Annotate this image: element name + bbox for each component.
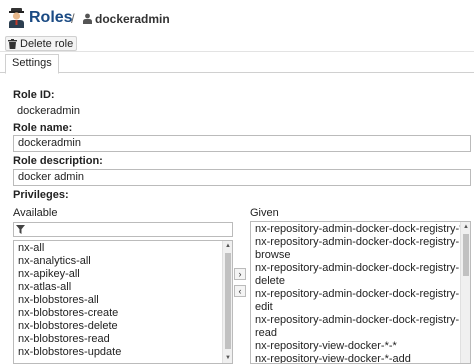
given-scrollbar[interactable]: ▲	[460, 222, 470, 363]
breadcrumb-current: dockeradmin	[95, 12, 170, 26]
user-icon	[83, 13, 92, 24]
list-item[interactable]: edit	[251, 301, 470, 314]
role-name-field[interactable]: dockeradmin	[13, 135, 471, 152]
tab-settings[interactable]: Settings	[5, 54, 59, 74]
role-description-label: Role description:	[13, 155, 103, 167]
given-privileges-list[interactable]: nx-repository-admin-docker-dock-registry…	[250, 221, 471, 364]
delete-role-label: Delete role	[20, 37, 74, 50]
privileges-label: Privileges:	[13, 189, 69, 201]
add-privilege-button[interactable]: ›	[234, 268, 246, 280]
role-avatar-icon	[9, 8, 24, 28]
role-name-label: Role name:	[13, 122, 73, 134]
list-item[interactable]: nx-repository-admin-docker-dock-registry…	[251, 236, 470, 249]
list-item[interactable]: nx-repository-admin-docker-dock-registry…	[251, 288, 470, 301]
scroll-down-arrow[interactable]: ▼	[224, 354, 232, 362]
page-header: Roles / dockeradmin	[0, 0, 474, 36]
list-item[interactable]: nx-atlas-all	[14, 281, 232, 294]
list-item[interactable]: nx-apikey-all	[14, 268, 232, 281]
available-privileges-list[interactable]: nx-all nx-analytics-all nx-apikey-all nx-at…	[13, 240, 233, 364]
available-scrollbar[interactable]: ▲ ▼	[222, 241, 232, 363]
page-title[interactable]: Roles	[29, 9, 73, 27]
list-item[interactable]: nx-blobstores-update	[14, 346, 232, 359]
list-item[interactable]: nx-blobstores-create	[14, 307, 232, 320]
available-filter-input[interactable]	[13, 222, 233, 237]
list-item[interactable]: nx-repository-admin-docker-dock-registry…	[251, 314, 470, 327]
scroll-up-arrow[interactable]: ▲	[224, 242, 232, 250]
list-item[interactable]: nx-analytics-all	[14, 255, 232, 268]
list-item[interactable]: nx-repository-view-docker-*-add	[251, 353, 470, 363]
filter-icon	[16, 225, 25, 234]
role-id-value: dockeradmin	[17, 105, 80, 117]
role-id-label: Role ID:	[13, 89, 55, 101]
list-item[interactable]: nx-blobstores-delete	[14, 320, 232, 333]
list-item[interactable]: nx-repository-view-docker-*-*	[251, 340, 470, 353]
list-item[interactable]: nx-repository-admin-docker-dock-registry…	[251, 223, 470, 236]
toolbar: Delete role	[0, 33, 474, 52]
list-item[interactable]: nx-blobstores-read	[14, 333, 232, 346]
remove-privilege-button[interactable]: ‹	[234, 285, 246, 297]
tab-bar: Settings	[0, 52, 474, 74]
list-item[interactable]: nx-all	[14, 242, 232, 255]
list-item[interactable]: nx-blobstores-all	[14, 294, 232, 307]
scroll-up-arrow[interactable]: ▲	[462, 223, 470, 231]
delete-role-button[interactable]: Delete role	[5, 36, 78, 51]
list-item[interactable]: delete	[251, 275, 470, 288]
given-scroll-thumb[interactable]	[463, 234, 469, 276]
available-scroll-thumb[interactable]	[225, 253, 231, 349]
list-item[interactable]: read	[251, 327, 470, 340]
list-item[interactable]: browse	[251, 249, 470, 262]
available-label: Available	[13, 207, 58, 219]
given-label: Given	[250, 207, 279, 219]
role-description-field[interactable]: docker admin	[13, 169, 471, 186]
trash-icon	[8, 38, 17, 49]
list-item[interactable]: nx-repository-admin-docker-dock-registry…	[251, 262, 470, 275]
breadcrumb-separator: /	[71, 11, 75, 26]
